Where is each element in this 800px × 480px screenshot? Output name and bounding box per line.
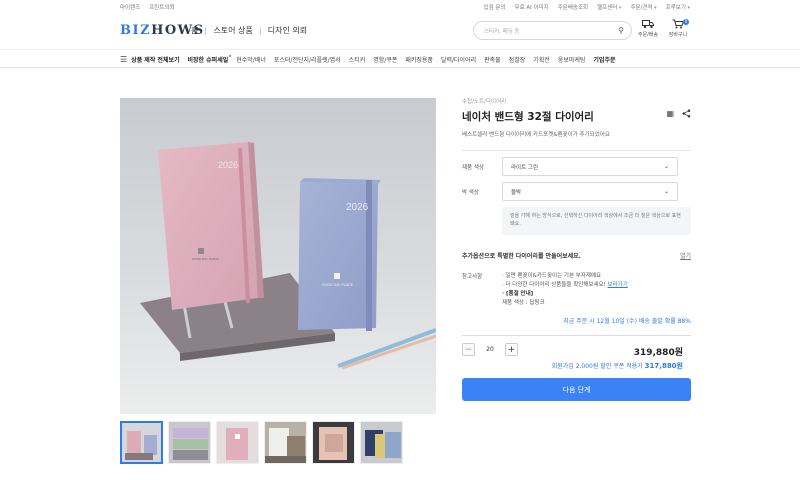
- category-banner[interactable]: 현수막/배너: [236, 55, 266, 64]
- more-diaries-link[interactable]: 보러가기: [608, 282, 628, 288]
- total-price: 319,880원: [633, 348, 683, 358]
- next-step-button[interactable]: 다음 단계: [462, 378, 691, 401]
- category-supersale[interactable]: 비장한 슈퍼세일: [188, 54, 231, 64]
- reference-line: · [품절 안내]: [502, 291, 534, 297]
- order-delivery-label: 주문/배송: [637, 32, 659, 38]
- thumbnail-2[interactable]: [168, 421, 211, 464]
- cart-count-badge: 0: [683, 19, 689, 25]
- util-link-proof[interactable]: 프루보기: [666, 3, 690, 11]
- thumbnail-4[interactable]: [264, 421, 307, 464]
- category-jeomchal[interactable]: 점찰장: [509, 55, 526, 64]
- category-calendar[interactable]: 달력/다이어리: [441, 55, 476, 64]
- util-link-help[interactable]: 헬프센터: [597, 3, 621, 11]
- option-row-foil: 박 색상 물박 ⌄: [462, 182, 691, 201]
- thumbnail-3[interactable]: [216, 421, 259, 464]
- nav-divider: [205, 26, 207, 35]
- foil-select-value: 물박: [511, 189, 522, 196]
- color-select[interactable]: 라이트 그린 ⌄: [502, 157, 678, 176]
- reference-line: · 더 다양한 다이어리 상품들을 확인해보세요!: [502, 282, 606, 288]
- util-link-print[interactable]: 프린트의뢰: [149, 3, 174, 11]
- category-namecard[interactable]: 명함/쿠폰: [373, 55, 397, 64]
- svg-text:GOOD DAY PLACE: GOOD DAY PLACE: [322, 283, 354, 287]
- qr-code-icon[interactable]: ▦: [666, 109, 674, 120]
- reference-line: · 일면 펜꽂이&카드꽂이는 기본 부자재예요: [502, 273, 602, 279]
- option-row-color: 제품 색상 라이트 그린 ⌄: [462, 157, 691, 176]
- blue-notebook-year: 2026: [346, 202, 369, 213]
- title-actions: ▦: [666, 109, 691, 120]
- option-label-foil: 박 색상: [462, 189, 479, 196]
- nav-divider: [259, 26, 261, 35]
- coupon-price: 317,880원: [644, 362, 683, 370]
- product-subtitle: 베스트셀러 밴드형 다이어리에 카드포켓&펜꽂이가 추가되었어요: [462, 132, 610, 138]
- search-placeholder: 스티커, 패딩 등: [484, 28, 520, 35]
- breadcrumb[interactable]: 수첩/노트/다이어리: [462, 97, 691, 105]
- category-corporate[interactable]: 기업주문: [593, 55, 615, 64]
- category-special[interactable]: 기획전: [533, 55, 550, 64]
- menu-icon[interactable]: ☰: [120, 55, 127, 64]
- thumbnail-strip: [120, 421, 403, 464]
- chevron-down-icon: ⌄: [663, 188, 669, 195]
- pink-notebook-year: 2026: [218, 160, 238, 170]
- chevron-down-icon: ⌄: [663, 163, 669, 170]
- divider: [462, 150, 691, 151]
- coupon-price-row: 회원가입 2,000원 할인 쿠폰 적용가 317,880원: [552, 361, 683, 371]
- share-icon[interactable]: [682, 109, 691, 120]
- category-bar: ☰ 상품 제작 전체보기 비장한 슈퍼세일 현수막/배너 포스터/전단지/리플렛…: [0, 49, 800, 68]
- shipping-estimate: 지금 주문 시 12월 10일 (수) 배송 출발 확률 88%: [563, 318, 691, 325]
- util-link-partner[interactable]: 입점 문의: [484, 3, 506, 11]
- color-select-value: 라이트 그린: [511, 164, 539, 171]
- search-icon[interactable]: ⚲: [618, 26, 624, 35]
- nav-store[interactable]: 스토어 상품: [213, 25, 252, 36]
- reference-notes: 참고사항 · 일면 펜꽂이&카드꽂이는 기본 부자재예요 · 더 다양한 다이어…: [462, 272, 691, 308]
- product-info-panel: 수첩/노트/다이어리 네이처 밴드형 32절 다이어리 ▦ 베스트셀러 밴드형 …: [462, 97, 691, 401]
- thumbnail-5[interactable]: [312, 421, 355, 464]
- category-promo[interactable]: 판촉물: [484, 55, 501, 64]
- quantity-decrease-button[interactable]: −: [462, 343, 475, 356]
- category-marketing[interactable]: 웅보마케팅: [558, 55, 586, 64]
- nav-home[interactable]: 홈: [191, 25, 198, 36]
- cart-label: 장바구니: [668, 32, 688, 38]
- option-notice: 밑을 가해 하는 방식으로, 선택하신 다이어리 색상에서 조금 더 짙은 색상…: [502, 207, 691, 235]
- truck-icon: [633, 19, 663, 31]
- order-delivery-button[interactable]: 주문/배송: [633, 19, 663, 38]
- util-link-ai-image[interactable]: 무료 AI 이미지: [515, 3, 549, 11]
- util-link-order-tracking[interactable]: 주문배송조회: [558, 3, 588, 11]
- category-all[interactable]: 상품 제작 전체보기: [131, 55, 179, 64]
- quantity-price-box: − 20 + 319,880원 회원가입 2,000원 할인 쿠폰 적용가 31…: [462, 335, 691, 375]
- quantity-increase-button[interactable]: +: [505, 343, 518, 356]
- thumbnail-1[interactable]: [120, 421, 163, 464]
- utility-bar: 마이렌즈 프린트의뢰 입점 문의 무료 AI 이미지 주문배송조회 헬프센터 주…: [0, 0, 800, 13]
- reference-label: 참고사항: [462, 274, 483, 280]
- option-label-color: 제품 색상: [462, 164, 484, 171]
- product-main-image[interactable]: 2026 GOOD DAY PLACE 2026 GOOD DAY PLACE: [120, 98, 436, 414]
- category-sticker[interactable]: 스티커: [349, 55, 366, 64]
- main-nav: 홈 스토어 상품 디자인 의뢰: [191, 25, 307, 36]
- addon-label: 추가옵션으로 특별한 다이어리를 만들어보세요.: [462, 253, 581, 260]
- search-input[interactable]: 스티커, 패딩 등 ⚲: [473, 21, 632, 40]
- category-poster[interactable]: 포스터/전단지/리플렛/엽서: [274, 55, 341, 64]
- util-link-quote[interactable]: 주문/견적: [630, 3, 656, 11]
- svg-text:GOOD DAY PLACE: GOOD DAY PLACE: [192, 257, 219, 261]
- foil-select[interactable]: 물박 ⌄: [502, 182, 678, 201]
- cart-button[interactable]: 0 장바구니: [663, 19, 693, 38]
- addon-open-toggle[interactable]: 열기: [680, 251, 691, 260]
- addon-row: 추가옵션으로 특별한 다이어리를 만들어보세요. 열기: [462, 251, 691, 260]
- coupon-text: 회원가입 2,000원 할인 쿠폰 적용가: [551, 363, 643, 370]
- quantity-value[interactable]: 20: [475, 346, 505, 353]
- site-header: BIZHOWS 홈 스토어 상품 디자인 의뢰 스티커, 패딩 등 ⚲ 주문/배…: [0, 15, 800, 45]
- category-packaging[interactable]: 패키징용품: [405, 55, 433, 64]
- util-link-mylens[interactable]: 마이렌즈: [120, 3, 140, 11]
- nav-design-request[interactable]: 디자인 의뢰: [268, 25, 307, 36]
- product-title: 네이처 밴드형 32절 다이어리: [462, 111, 594, 123]
- thumbnail-6[interactable]: [360, 421, 403, 464]
- reference-line: 제품 색상 : 딥핑크: [502, 300, 545, 306]
